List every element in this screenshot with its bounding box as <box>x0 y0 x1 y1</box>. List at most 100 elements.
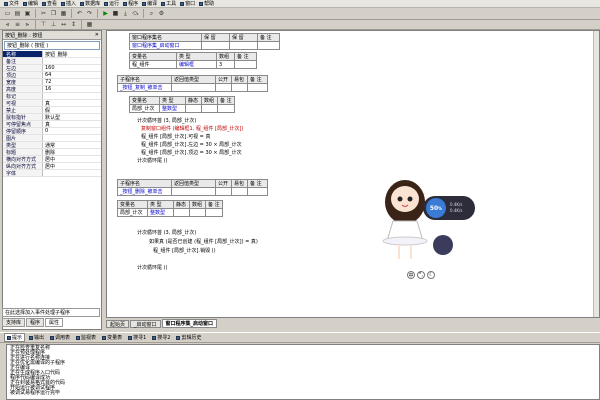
menu-item[interactable]: 查看 <box>40 0 59 7</box>
property-value[interactable]: 删除 <box>43 149 101 155</box>
same-height-icon[interactable]: ↕ <box>69 20 78 29</box>
property-row[interactable]: 类型 通常 <box>3 142 101 149</box>
save-icon[interactable]: ▣ <box>23 9 32 18</box>
property-value[interactable]: 0 <box>43 128 101 134</box>
property-value[interactable] <box>43 135 101 141</box>
desktop-pet-widget[interactable]: 50% 0.4K/s 0.4K/s <box>375 169 495 264</box>
menu-item[interactable]: 数据库 <box>78 0 102 7</box>
code-line[interactable]: 计次循环尾 () <box>137 157 168 164</box>
table-cell[interactable] <box>217 104 235 113</box>
property-value[interactable]: 16 <box>43 86 101 92</box>
property-value[interactable]: 72 <box>43 79 101 85</box>
editor-scrollbar[interactable] <box>593 31 599 317</box>
step-icon[interactable]: ⤓ <box>121 9 130 18</box>
table-cell[interactable] <box>215 187 232 196</box>
property-value[interactable]: 64 <box>43 72 101 78</box>
table-cell[interactable] <box>231 187 248 196</box>
left-tab[interactable]: 属性 <box>45 318 64 327</box>
property-row[interactable]: 高度 16 <box>3 86 101 93</box>
paste-icon[interactable]: ▦ <box>59 9 68 18</box>
assembly-name[interactable]: 窗口程序集_启动窗口 <box>129 41 202 50</box>
table-cell[interactable] <box>201 41 230 50</box>
editor-tab[interactable]: 起始页 <box>106 320 130 328</box>
property-row[interactable]: 可视真 <box>3 100 101 107</box>
cut-icon[interactable]: ✂ <box>39 9 48 18</box>
ime-toolbar[interactable]: 中 °, ☾ <box>407 271 435 279</box>
property-value[interactable]: 160 <box>43 65 101 71</box>
var-name[interactable]: 程_组件 <box>129 60 177 69</box>
event-hint[interactable]: 在此选择加入事件处理子程序 <box>2 308 100 317</box>
step-over-icon[interactable]: ⤼ <box>131 9 140 18</box>
left-tab[interactable]: 程序 <box>26 318 45 327</box>
table-cell[interactable] <box>231 83 248 92</box>
property-row[interactable]: 禁止假 <box>3 107 101 114</box>
align-center-icon[interactable]: ≡ <box>13 20 22 29</box>
redo-icon[interactable]: ↷ <box>85 9 94 18</box>
table-cell[interactable] <box>171 83 216 92</box>
property-row[interactable]: 鼠标指针 默认型 <box>3 114 101 121</box>
property-value[interactable]: 真 <box>43 100 101 106</box>
var-name[interactable]: 局部_计次 <box>117 208 148 217</box>
run-icon[interactable]: ▶ <box>101 9 110 18</box>
property-row[interactable]: 停留顺序 0 <box>3 128 101 135</box>
sub-name[interactable]: _按钮_删除_被单击 <box>117 187 172 196</box>
output-tab[interactable]: 搜寻1 <box>126 334 148 341</box>
table-cell[interactable] <box>205 208 223 217</box>
menu-item[interactable]: 窗口 <box>178 0 197 7</box>
ime-moon-icon[interactable]: ☾ <box>427 271 435 279</box>
find-icon[interactable]: ⌕ <box>147 9 156 18</box>
property-row[interactable]: 备注 <box>3 58 101 65</box>
ime-punct-icon[interactable]: °, <box>417 271 425 279</box>
align-right-icon[interactable]: ⫸ <box>23 20 32 29</box>
code-line[interactable]: 程_组件 [局部_计次].销毁 () <box>153 247 216 254</box>
output-tab[interactable]: 搜寻2 <box>150 334 172 341</box>
code-line[interactable]: 计次循环首 (3, 局部_计次) <box>137 117 196 124</box>
compile-icon[interactable]: ⚙ <box>157 9 166 18</box>
same-width-icon[interactable]: ↔ <box>59 20 68 29</box>
var-array[interactable]: 3 <box>216 60 235 69</box>
sub-name[interactable]: _按钮_复制_被单击 <box>117 83 172 92</box>
editor-tab[interactable]: 窗口程序集_启动窗口 <box>161 319 218 328</box>
menu-item[interactable]: 运行 <box>102 0 121 7</box>
align-left-icon[interactable]: ⫷ <box>3 20 12 29</box>
property-row[interactable]: 顶边 64 <box>3 72 101 79</box>
output-tab[interactable]: 输出 <box>27 334 46 341</box>
code-line[interactable]: 程_组件 [局部_计次].顶边 = 30 × 局部_计次 <box>141 149 242 156</box>
var-name[interactable]: 局部_计次 <box>129 104 160 113</box>
table-cell[interactable] <box>234 60 257 69</box>
property-value[interactable]: 通常 <box>43 142 101 148</box>
code-line[interactable]: 程_组件 [局部_计次].可视 = 真 <box>141 133 210 140</box>
align-top-icon[interactable]: ⊤ <box>39 20 48 29</box>
code-line[interactable]: 程_组件 [局部_计次].左边 = 30 × 局部_计次 <box>141 141 242 148</box>
output-tab[interactable]: 提示 <box>4 333 26 342</box>
property-row[interactable]: 字体 <box>3 170 101 177</box>
menu-item[interactable]: 帮助 <box>197 0 216 7</box>
menu-item[interactable]: 编辑 <box>21 0 40 7</box>
code-editor[interactable]: 窗口程序集名 保 留 保 留 备 注 窗口程序集_启动窗口 变量名 类 型 数组… <box>106 30 600 318</box>
copy-icon[interactable]: ❐ <box>49 9 58 18</box>
table-cell[interactable] <box>201 104 218 113</box>
table-cell[interactable] <box>247 187 268 196</box>
property-value[interactable]: 按钮_删除 <box>43 51 101 57</box>
menu-item[interactable]: 插入 <box>59 0 78 7</box>
output-tab[interactable]: 调用表 <box>48 334 72 341</box>
editor-tab[interactable]: _启动窗口 <box>130 320 161 328</box>
property-row[interactable]: 宽度 72 <box>3 79 101 86</box>
table-cell[interactable] <box>189 208 206 217</box>
open-folder-icon[interactable]: ▤ <box>13 9 22 18</box>
menu-item[interactable]: 程序 <box>121 0 140 7</box>
var-type[interactable]: 整数型 <box>159 104 186 113</box>
grid-icon[interactable]: ▦ <box>85 20 94 29</box>
output-tab[interactable]: 变量表 <box>100 334 124 341</box>
property-row[interactable]: 纵向对齐方式 居中 <box>3 163 101 170</box>
property-value[interactable]: 真 <box>43 121 101 127</box>
stop-icon[interactable]: ■ <box>111 9 120 18</box>
close-icon[interactable]: ✕ <box>95 32 99 38</box>
property-row[interactable]: 标题 删除 <box>3 149 101 156</box>
property-value[interactable] <box>43 58 101 64</box>
new-file-icon[interactable]: ▭ <box>3 9 12 18</box>
output-tab[interactable]: 剪辑历史 <box>174 334 203 341</box>
var-type[interactable]: 整数型 <box>147 208 174 217</box>
property-row[interactable]: 图片 <box>3 135 101 142</box>
code-line[interactable]: 计次循环首 (3, 局部_计次) <box>137 229 196 236</box>
